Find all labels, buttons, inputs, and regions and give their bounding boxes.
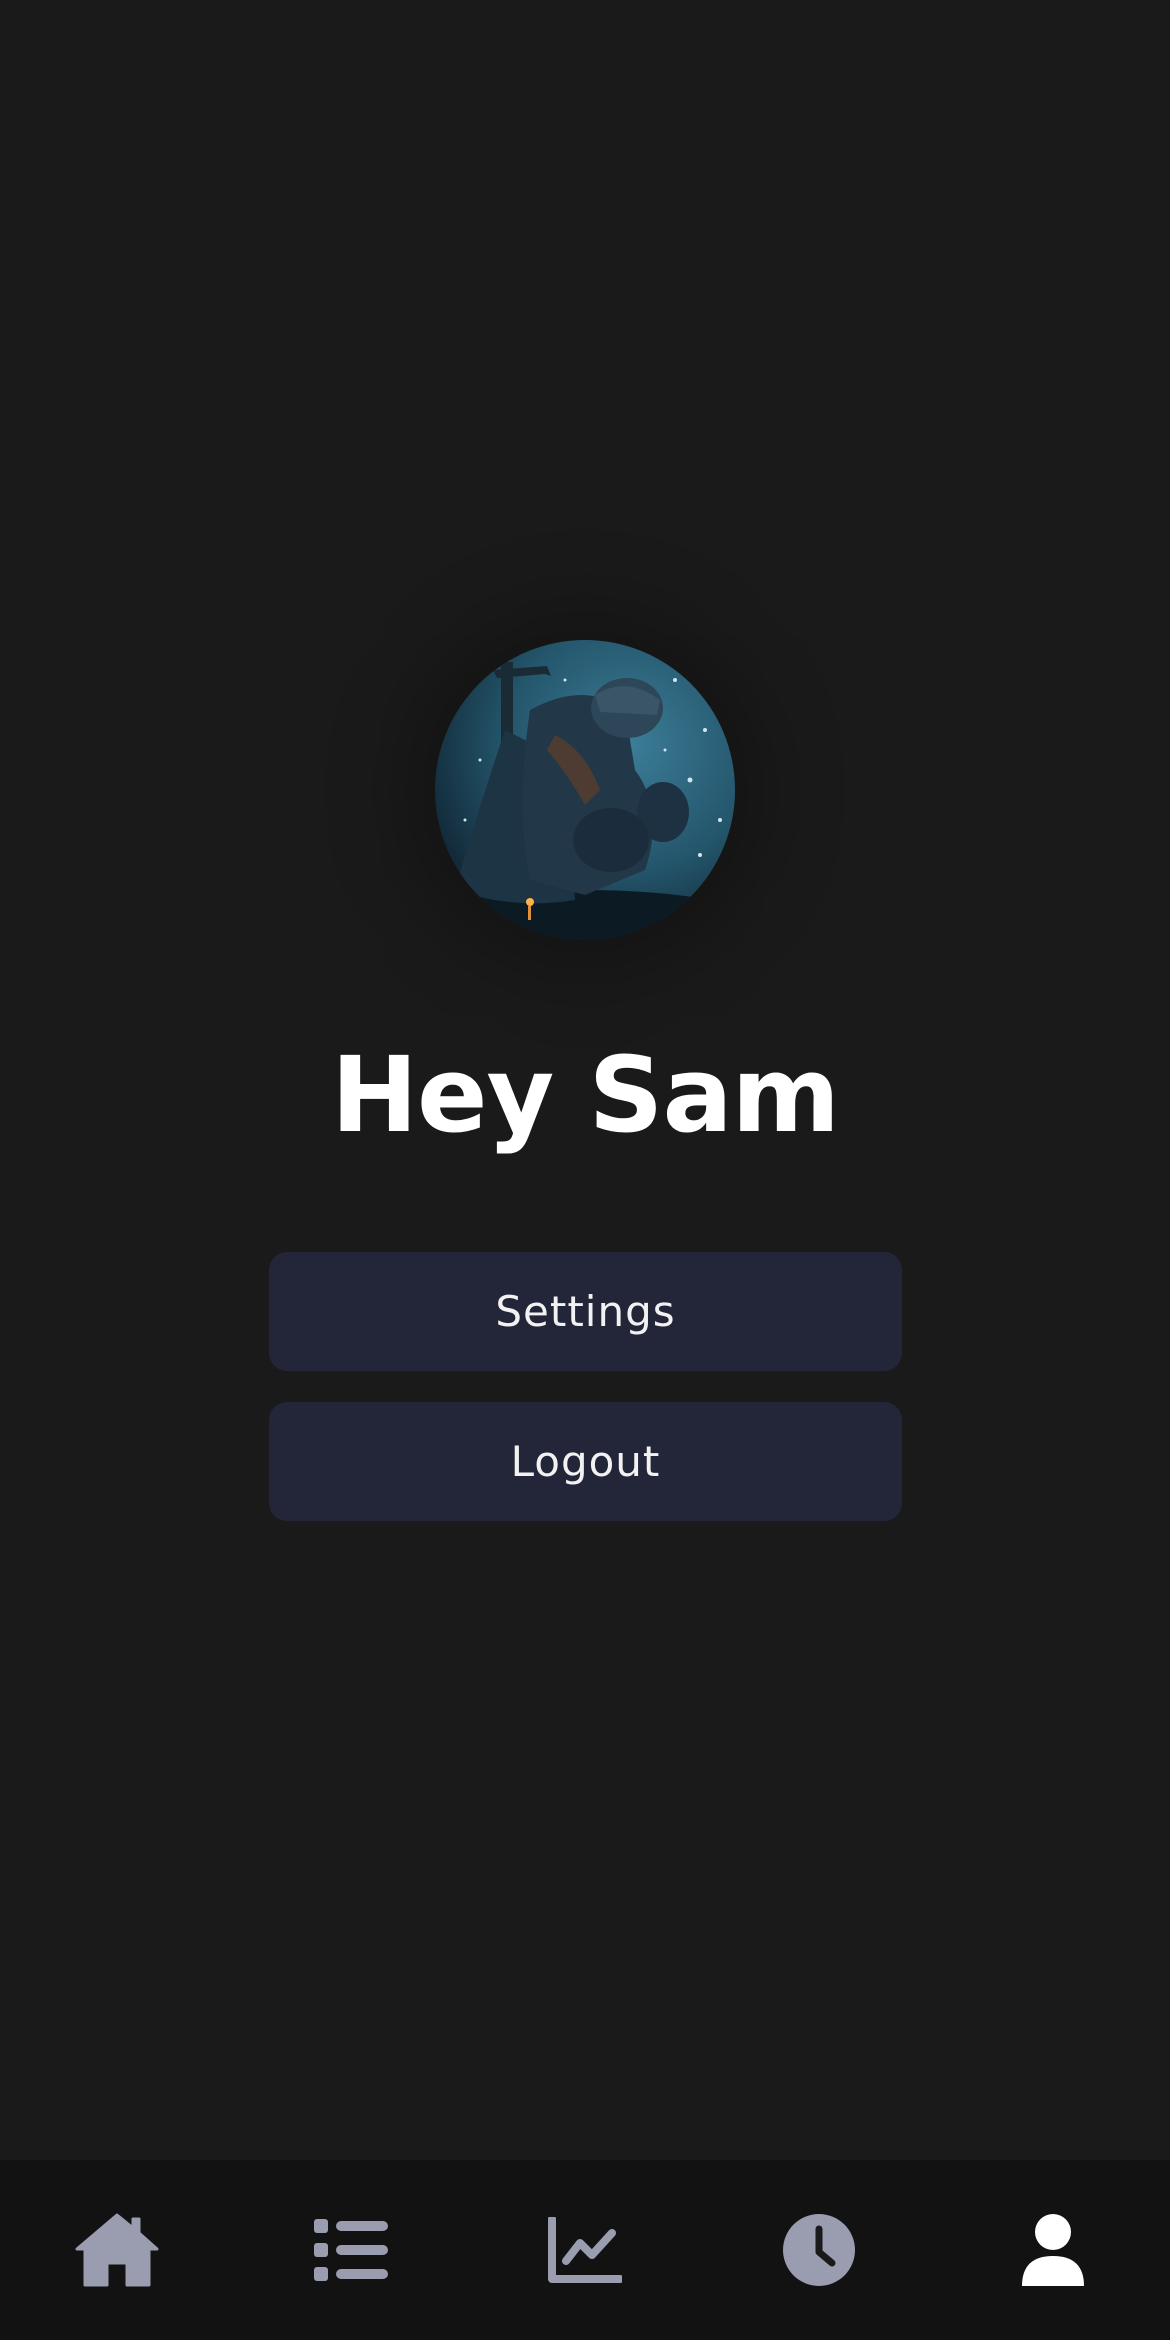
greeting-heading: Hey Sam — [330, 1034, 840, 1156]
settings-button[interactable]: Settings — [269, 1252, 902, 1371]
knight-avatar-image — [435, 640, 735, 940]
tab-list[interactable] — [281, 2180, 421, 2320]
avatar — [435, 640, 735, 940]
bottom-tab-bar — [0, 2160, 1170, 2340]
tab-home[interactable] — [47, 2180, 187, 2320]
tab-profile[interactable] — [983, 2180, 1123, 2320]
logout-button[interactable]: Logout — [269, 1402, 902, 1521]
profile-screen: Hey Sam Settings Logout — [0, 0, 1170, 2340]
home-icon — [75, 2213, 159, 2287]
tab-stats[interactable] — [515, 2180, 655, 2320]
clock-icon — [783, 2214, 855, 2286]
user-icon — [1022, 2214, 1084, 2286]
chart-line-icon — [548, 2217, 622, 2283]
tab-history[interactable] — [749, 2180, 889, 2320]
list-icon — [314, 2219, 388, 2281]
